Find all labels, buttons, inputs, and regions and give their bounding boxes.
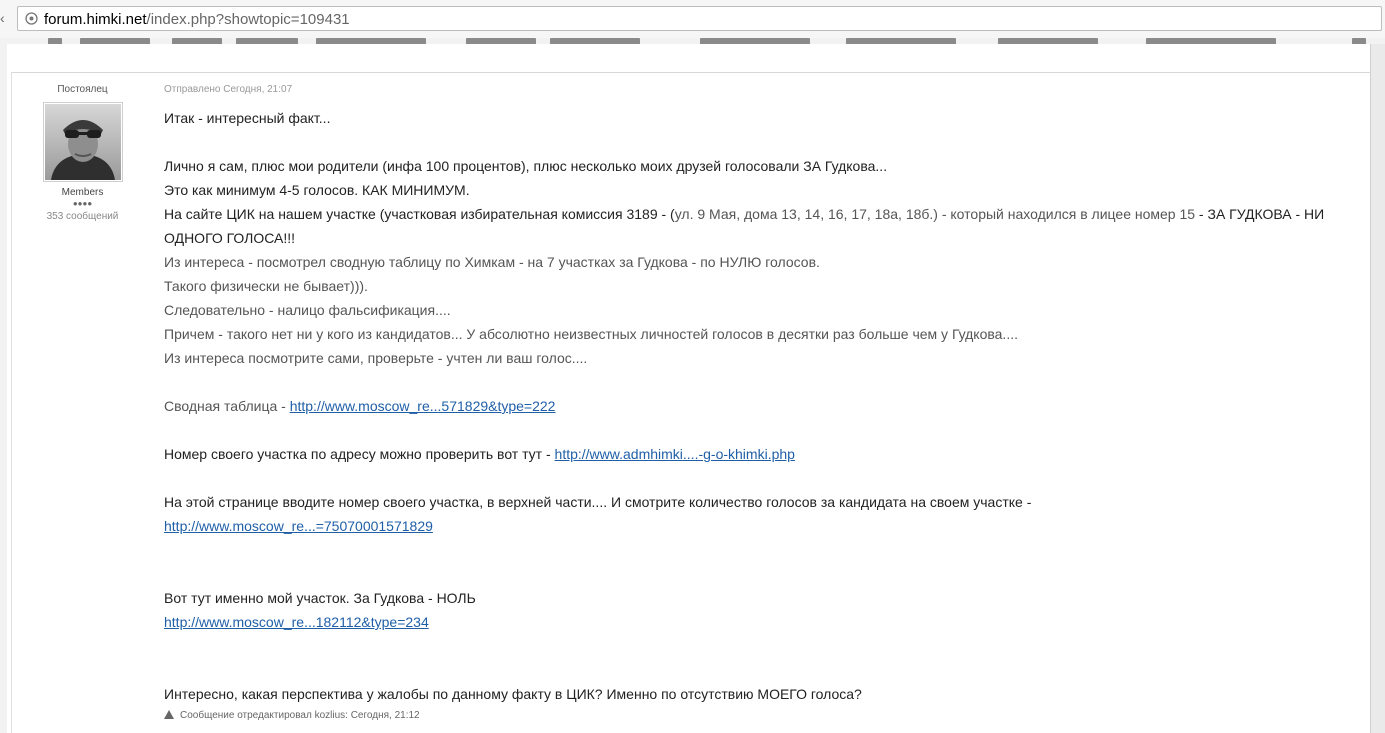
author-group: Members: [61, 187, 104, 198]
author-rank: Постоялец: [57, 84, 108, 95]
warning-icon: [164, 710, 174, 719]
author-post-count: 353 сообщений: [46, 211, 119, 222]
back-arrow-icon[interactable]: ‹: [0, 10, 10, 26]
url-host: forum.himki.net: [44, 11, 147, 28]
post-line: Такого физически не бывает))).: [164, 278, 368, 294]
post-author: Постоялец Members ●●●● 353 сообщений: [40, 84, 125, 223]
edit-notice-text: Сообщение отредактировал kozlius: Сегодн…: [180, 710, 420, 721]
post-line: Вот тут именно мой участок. За Гудкова -…: [164, 590, 476, 606]
check-label: Номер своего участка по адресу можно про…: [164, 446, 555, 462]
post-line: Это как минимум 4-5 голосов. КАК МИНИМУМ…: [164, 182, 470, 198]
post-line: Интересно, какая перспектива у жалобы по…: [164, 686, 862, 702]
post-line: Из интереса посмотрите сами, проверьте -…: [164, 350, 588, 366]
post-line: Итак - интересный факт...: [164, 110, 331, 126]
post-line: Лично я сам, плюс мои родители (инфа 100…: [164, 158, 888, 174]
link-line: http://www.moscow_re...=75070001571829: [164, 514, 1364, 538]
post-line: На сайте ЦИК на нашем участке (участкова…: [164, 202, 1364, 250]
link-line: http://www.moscow_re...182112&type=234: [164, 610, 1364, 634]
post-line: Из интереса - посмотрел сводную таблицу …: [164, 254, 820, 270]
post-timestamp: Отправлено Сегодня, 21:07: [164, 84, 293, 95]
url-path: /index.php?showtopic=109431: [146, 11, 350, 28]
post-body: Отправлено Сегодня, 21:07 Итак - интерес…: [164, 84, 1364, 722]
post-text: Итак - интересный факт... Лично я сам, п…: [164, 106, 1364, 706]
post-line-address: ул. 9 Мая, дома 13, 14, 16, 17, 18а, 18б…: [674, 206, 1196, 222]
post-line: Следовательно - налицо фальсификация....: [164, 302, 451, 318]
precinct-lookup-link[interactable]: http://www.admhimki....-g-o-khimki.php: [555, 446, 795, 462]
post-line: На этой странице вводите номер своего уч…: [164, 494, 1032, 510]
post-top-divider: [11, 72, 1370, 73]
rank-pips: ●●●●: [72, 199, 93, 208]
edit-notice: Сообщение отредактировал kozlius: Сегодн…: [164, 710, 1364, 722]
scrollbar[interactable]: [1370, 44, 1385, 733]
summary-line: Сводная таблица - http://www.moscow_re..…: [164, 394, 1364, 418]
check-line: Номер своего участка по адресу можно про…: [164, 442, 1364, 466]
summary-table-link[interactable]: http://www.moscow_re...571829&type=222: [290, 398, 556, 414]
page-viewport: Постоялец Members ●●●● 353 сообщений Отп…: [0, 44, 1385, 733]
my-precinct-link[interactable]: http://www.moscow_re...182112&type=234: [164, 614, 429, 630]
address-bar-row: ‹ forum.himki.net/index.php?showtopic=10…: [0, 0, 1385, 38]
url-text[interactable]: forum.himki.net/index.php?showtopic=1094…: [44, 11, 350, 28]
post-left-border: [11, 72, 12, 733]
summary-label: Сводная таблица -: [164, 398, 290, 414]
precinct-results-link[interactable]: http://www.moscow_re...=75070001571829: [164, 518, 433, 534]
avatar[interactable]: [42, 102, 123, 182]
browser-window: ‹ forum.himki.net/index.php?showtopic=10…: [0, 0, 1385, 733]
address-bar[interactable]: forum.himki.net/index.php?showtopic=1094…: [17, 6, 1382, 31]
page-icon: [25, 12, 38, 25]
post-line: Причем - такого нет ни у кого из кандида…: [164, 326, 1018, 342]
post-line-part: На сайте ЦИК на нашем участке (участкова…: [164, 206, 675, 222]
